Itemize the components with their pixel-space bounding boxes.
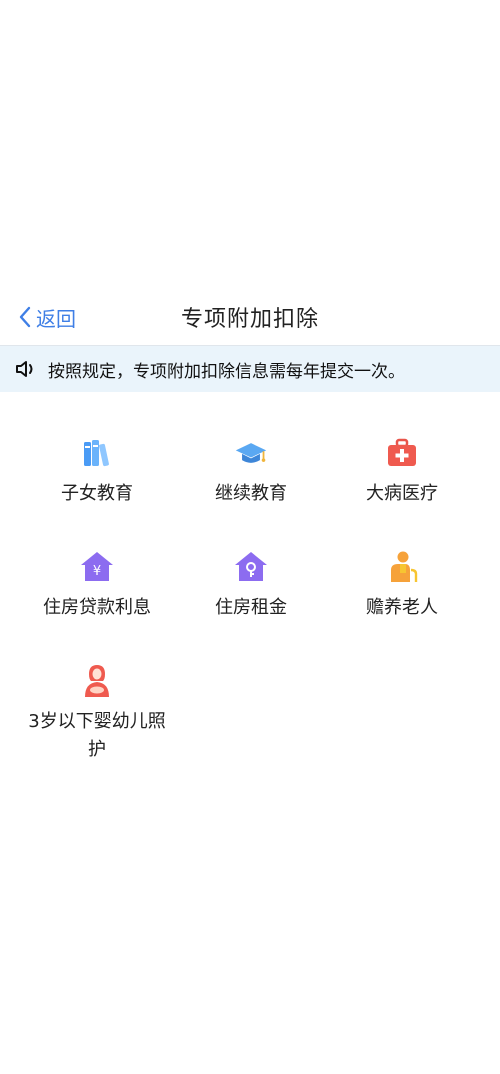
item-label: 继续教育 [215, 483, 287, 504]
house-yuan-icon: ¥ [80, 550, 114, 584]
item-label: 住房贷款利息 [43, 597, 151, 618]
item-serious-illness-medical[interactable]: 大病医疗 [326, 436, 478, 508]
item-housing-loan-interest[interactable]: ¥ 住房贷款利息 [21, 550, 173, 622]
nav-bar: 返回 专项附加扣除 [0, 290, 500, 344]
item-elderly-support[interactable]: 赡养老人 [326, 550, 478, 622]
back-label[interactable]: 返回 [36, 303, 76, 332]
item-label: 住房租金 [215, 597, 287, 618]
item-infant-care[interactable]: 3岁以下婴幼儿照护 [21, 664, 173, 764]
back-button[interactable]: 返回 [18, 290, 76, 344]
elderly-person-icon [385, 550, 419, 584]
item-housing-rent[interactable]: 住房租金 [175, 550, 327, 622]
item-label: 子女教育 [61, 483, 133, 504]
notice-banner: 按照规定，专项附加扣除信息需每年提交一次。 [0, 345, 500, 392]
house-key-icon [234, 550, 268, 584]
notice-text: 按照规定，专项附加扣除信息需每年提交一次。 [48, 361, 405, 382]
speaker-icon [14, 358, 40, 380]
books-icon [80, 436, 114, 470]
mother-baby-icon [80, 664, 114, 698]
svg-text:¥: ¥ [93, 564, 101, 579]
item-label: 大病医疗 [366, 483, 438, 504]
item-label: 赡养老人 [366, 597, 438, 618]
item-label: 3岁以下婴幼儿照护 [28, 711, 166, 760]
page-title: 专项附加扣除 [180, 307, 319, 332]
graduation-cap-icon [234, 436, 268, 470]
item-children-education[interactable]: 子女教育 [21, 436, 173, 508]
first-aid-kit-icon [385, 436, 419, 470]
item-continuing-education[interactable]: 继续教育 [175, 436, 327, 508]
chevron-left-icon [19, 306, 31, 328]
